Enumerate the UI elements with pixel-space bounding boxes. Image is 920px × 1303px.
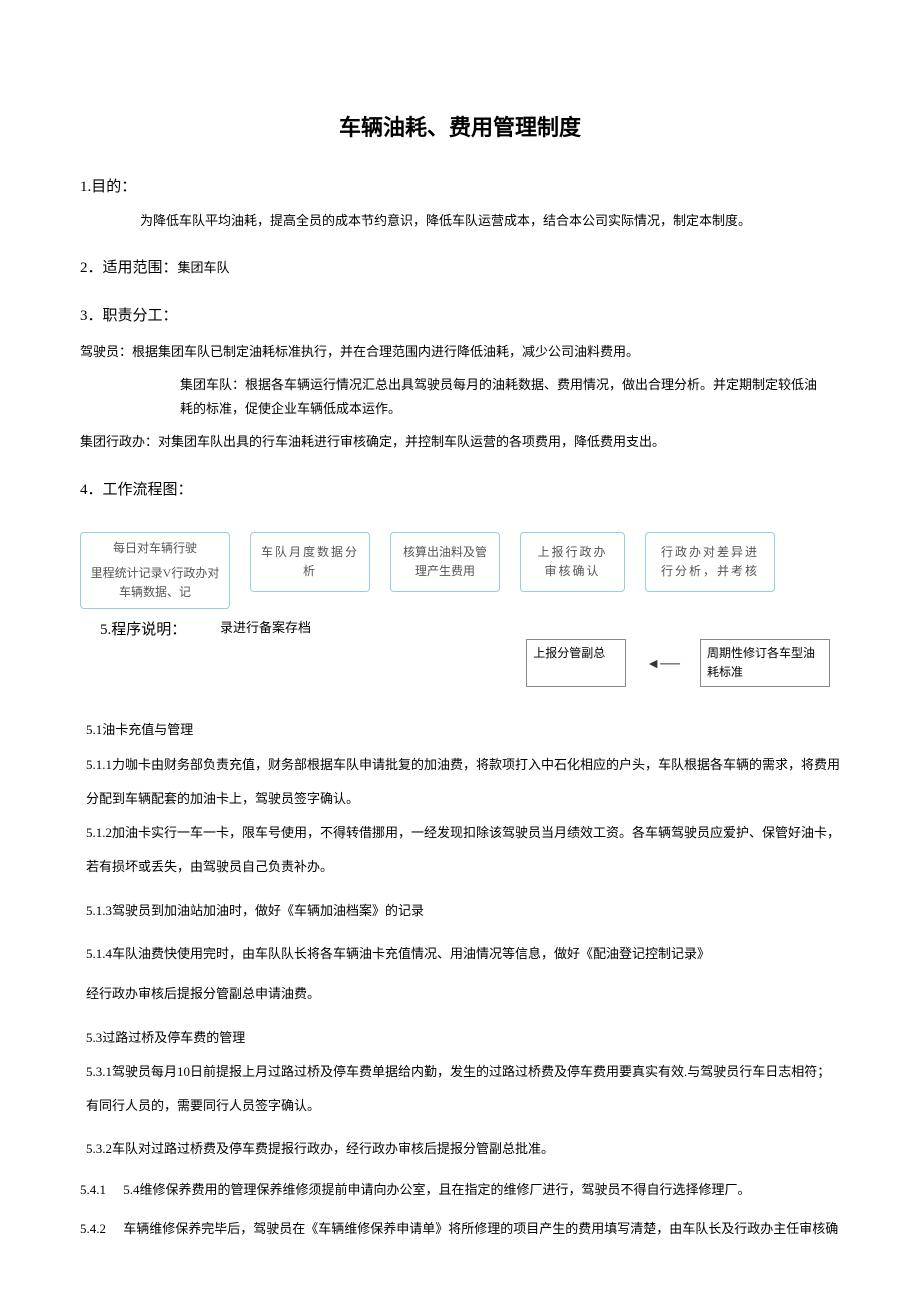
page-title: 车辆油耗、费用管理制度 <box>80 110 840 145</box>
section-5-head: 5.程序说明： <box>100 618 186 642</box>
flowchart: 每日对车辆行驶 里程统计记录V行政办对车辆数据、记 车队月度数据分析 核算出油料… <box>80 532 840 702</box>
flow-mid-text: 录进行备案存档 <box>220 618 311 639</box>
heading-5-3: 5.3过路过桥及停车费的管理 <box>86 1021 840 1055</box>
para-5-4-2: 车辆维修保养完毕后，驾驶员在《车辆维修保养申请单》将所修理的项目产生的费用填写清… <box>123 1221 838 1236</box>
para-5-1-1: 5.1.1力咖卡由财务部负责充值，财务部根据车队申请批复的加油费，将款项打入中石… <box>86 748 840 816</box>
flow-box-1-line2: 里程统计记录V行政办对车辆数据、记 <box>89 564 221 602</box>
para-5-1-4: 5.1.4车队油费快使用完时，由车队队长将各车辆油卡充值情况、用油情况等信息，做… <box>86 937 840 971</box>
section-2-value: 集团车队 <box>178 260 230 275</box>
flow-box-3: 核算出油料及管理产生费用 <box>390 532 500 592</box>
row-5-4-2: 5.4.2 车辆维修保养完毕后，驾驶员在《车辆维修保养申请单》将所修理的项目产生… <box>80 1215 840 1244</box>
row-5-4-1: 5.4.1 5.4维修保养费用的管理保养维修须提前申请向办公室，且在指定的维修厂… <box>80 1176 840 1205</box>
flow-box-2: 车队月度数据分析 <box>250 532 370 592</box>
section-2-head: 2．适用范围：集团车队 <box>80 256 840 280</box>
para-5-1-x: 经行政办审核后提报分管副总申请油费。 <box>86 977 840 1011</box>
arrow-icon: ◄── <box>646 639 680 687</box>
flow-box-6: 上报分管副总 <box>526 639 626 687</box>
section-3-p1: 驾驶员：根据集团车队已制定油耗标准执行，并在合理范围内进行降低油耗，减少公司油料… <box>80 340 840 363</box>
section-4-head: 4．工作流程图： <box>80 478 840 502</box>
section-3-head: 3．职责分工： <box>80 304 840 328</box>
heading-5-1: 5.1油卡充值与管理 <box>86 720 840 741</box>
para-5-3-2: 5.3.2车队对过路过桥费及停车费提报行政办，经行政办审核后提报分管副总批准。 <box>86 1132 840 1166</box>
section-2-label: 2．适用范围： <box>80 260 178 276</box>
flow-box-1-line1: 每日对车辆行驶 <box>89 539 221 558</box>
num-5-4-1: 5.4.1 <box>80 1176 120 1205</box>
para-5-4-1: 5.4维修保养费用的管理保养维修须提前申请向办公室，且在指定的维修厂进行，驾驶员… <box>123 1182 750 1197</box>
num-5-4-2: 5.4.2 <box>80 1215 120 1244</box>
para-5-1-3: 5.1.3驾驶员到加油站加油时，做好《车辆加油档案》的记录 <box>86 894 840 928</box>
para-5-3-1: 5.3.1驾驶员每月10日前提报上月过路过桥及停车费单据给内勤，发生的过路过桥费… <box>86 1055 840 1123</box>
flow-box-1: 每日对车辆行驶 里程统计记录V行政办对车辆数据、记 <box>80 532 230 610</box>
section-3-p2: 集团车队：根据各车辆运行情况汇总出具驾驶员每月的油耗数据、费用情况，做出合理分析… <box>80 373 840 420</box>
section-1-head: 1.目的： <box>80 175 840 199</box>
flow-box-4: 上报行政办审核确认 <box>520 532 625 592</box>
section-3-p3: 集团行政办：对集团车队出具的行车油耗进行审核确定，并控制车队运营的各项费用，降低… <box>80 430 840 453</box>
flow-box-5: 行政办对差异进行分析，并考核 <box>645 532 775 592</box>
flow-box-7: 周期性修订各车型油耗标准 <box>700 639 830 687</box>
section-1-body: 为降低车队平均油耗，提高全员的成本节约意识，降低车队运营成本，结合本公司实际情况… <box>80 211 840 232</box>
para-5-1-2: 5.1.2加油卡实行一车一卡，限车号使用，不得转借挪用，一经发现扣除该驾驶员当月… <box>86 816 840 884</box>
